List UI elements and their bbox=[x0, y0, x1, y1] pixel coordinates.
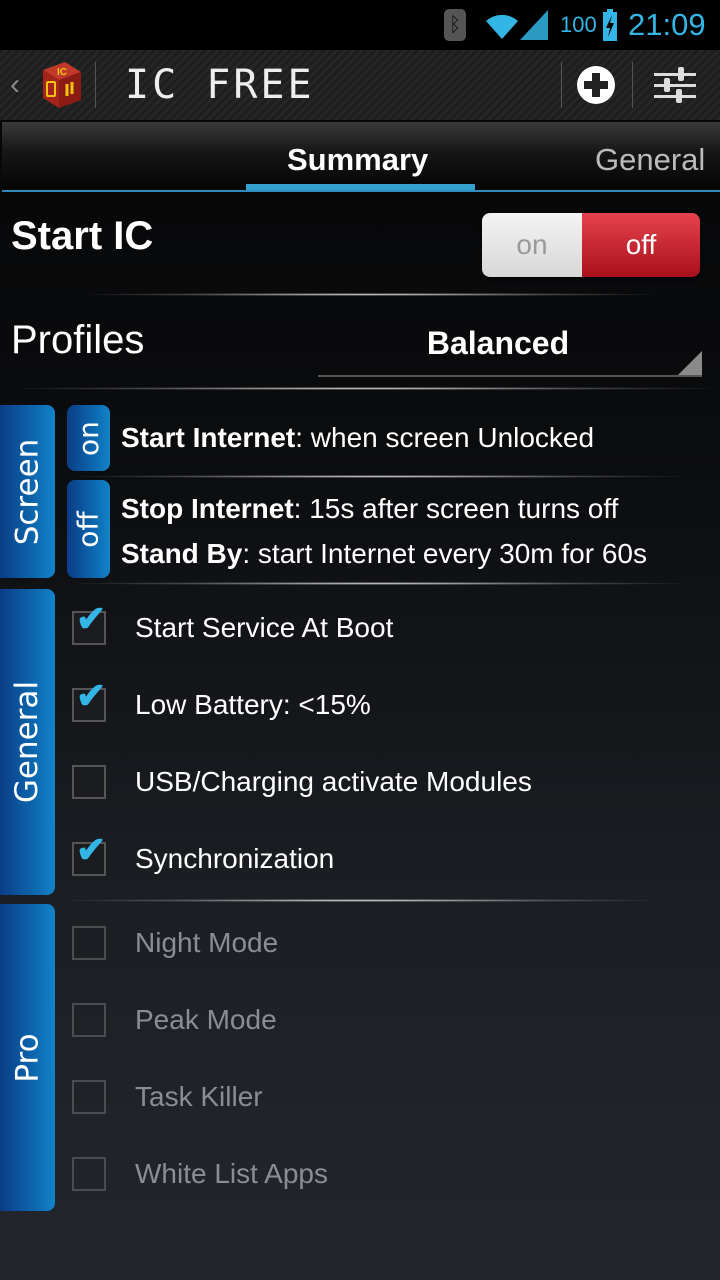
section-tab-screen: Screen bbox=[0, 405, 55, 578]
screen-on-info: Start Internet: when screen Unlocked bbox=[121, 422, 595, 453]
checkmark-icon: ✔ bbox=[76, 675, 107, 716]
separator bbox=[70, 899, 650, 902]
checkbox-start-service-at-boot[interactable]: ✔ Start Service At Boot bbox=[70, 598, 710, 658]
tab-bar: Summary General bbox=[2, 122, 720, 192]
checkbox[interactable] bbox=[72, 1003, 106, 1037]
app-logo-icon[interactable]: IC bbox=[35, 58, 85, 110]
checkbox-task-killer[interactable]: Task Killer bbox=[70, 1067, 710, 1127]
checkbox[interactable] bbox=[72, 1157, 106, 1191]
checkbox[interactable] bbox=[72, 765, 106, 799]
tab-summary[interactable]: Summary bbox=[287, 142, 428, 178]
checkbox-low-battery[interactable]: ✔ Low Battery: <15% bbox=[70, 675, 710, 735]
checkbox[interactable]: ✔ bbox=[72, 601, 106, 645]
profiles-selected-value: Balanced bbox=[426, 325, 570, 361]
section-tab-pro: Pro bbox=[0, 904, 55, 1211]
tab-general[interactable]: General bbox=[595, 142, 705, 178]
divider bbox=[95, 62, 96, 108]
checkbox-synchronization[interactable]: ✔ Synchronization bbox=[70, 829, 710, 889]
cell-signal-icon bbox=[518, 0, 550, 50]
checkbox-night-mode[interactable]: Night Mode bbox=[70, 913, 710, 973]
start-ic-label: Start IC bbox=[11, 214, 154, 258]
screen-off-tab: off bbox=[67, 480, 110, 578]
separator bbox=[90, 293, 650, 296]
action-bar: ‹ IC IC FREE bbox=[0, 50, 720, 120]
screen-off-info-stop: Stop Internet: 15s after screen turns of… bbox=[121, 493, 619, 524]
screen-off-info-standby: Stand By: start Internet every 30m for 6… bbox=[121, 538, 647, 569]
checkmark-icon: ✔ bbox=[76, 829, 107, 870]
bluetooth-icon: ᛒ bbox=[444, 0, 466, 50]
checkbox[interactable]: ✔ bbox=[72, 832, 106, 876]
checkbox-white-list-apps[interactable]: White List Apps bbox=[70, 1144, 710, 1204]
settings-button[interactable] bbox=[645, 60, 705, 110]
checkbox-peak-mode[interactable]: Peak Mode bbox=[70, 990, 710, 1050]
app-title: IC FREE bbox=[125, 62, 315, 108]
checkbox[interactable] bbox=[72, 926, 106, 960]
divider bbox=[632, 62, 633, 108]
dropdown-triangle-icon bbox=[678, 351, 702, 375]
battery-percent: 100 bbox=[560, 12, 597, 37]
wifi-icon bbox=[484, 0, 520, 50]
separator bbox=[20, 387, 710, 390]
tab-indicator bbox=[246, 184, 475, 190]
divider bbox=[561, 62, 562, 108]
toggle-off-option[interactable]: off bbox=[582, 213, 700, 277]
section-tab-general: General bbox=[0, 589, 55, 895]
battery-charging-icon bbox=[603, 0, 617, 50]
status-bar: ᛒ 100 21:09 bbox=[0, 0, 720, 50]
profiles-dropdown[interactable]: Balanced bbox=[318, 315, 702, 377]
start-ic-toggle[interactable]: on off bbox=[482, 213, 700, 277]
back-chevron-icon[interactable]: ‹ bbox=[10, 70, 20, 100]
profiles-label: Profiles bbox=[11, 318, 145, 362]
add-icon bbox=[577, 66, 615, 104]
svg-text:IC: IC bbox=[57, 67, 67, 78]
separator bbox=[80, 475, 680, 478]
checkbox[interactable] bbox=[72, 1080, 106, 1114]
separator bbox=[80, 582, 680, 585]
checkbox[interactable]: ✔ bbox=[72, 678, 106, 722]
screen-on-tab: on bbox=[67, 405, 110, 471]
add-button[interactable] bbox=[566, 60, 626, 110]
checkmark-icon: ✔ bbox=[76, 598, 107, 639]
clock: 21:09 bbox=[628, 7, 706, 42]
toggle-on-option[interactable]: on bbox=[482, 213, 582, 277]
settings-sliders-icon bbox=[654, 67, 696, 103]
checkbox-usb-charging[interactable]: USB/Charging activate Modules bbox=[70, 752, 710, 812]
